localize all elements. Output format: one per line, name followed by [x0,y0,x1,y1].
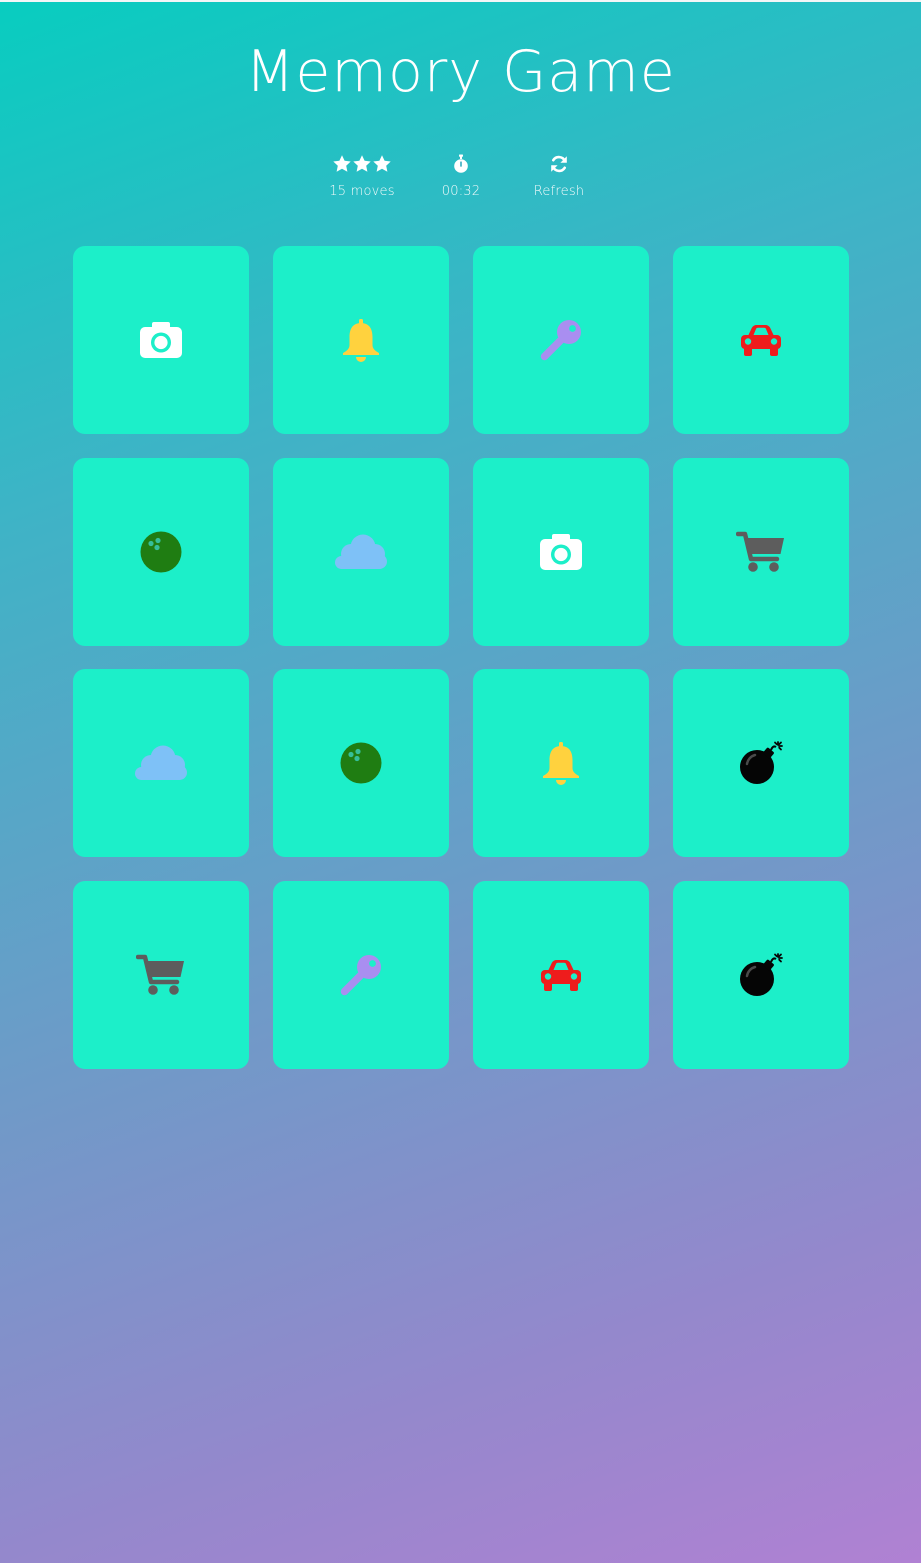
card-car[interactable] [673,246,849,434]
key-icon [540,320,581,361]
card-camera[interactable] [473,458,649,646]
card-bomb[interactable] [673,669,849,857]
bell-icon [343,319,379,362]
star-icon [353,155,371,172]
timer: 00:32 [406,150,516,199]
star-icon [373,155,391,172]
key-icon [340,955,381,996]
bowling-ball-icon [140,531,182,573]
card-key[interactable] [473,246,649,434]
card-bowling-ball[interactable] [73,458,249,646]
shopping-cart-icon [736,531,784,572]
stars-rating: 15 moves [307,150,417,199]
bowling-ball-icon [340,742,382,784]
stopwatch-icon [454,154,468,173]
refresh-button[interactable]: Refresh [504,150,614,199]
timer-value: 00:32 [441,184,481,199]
camera-icon [540,534,582,570]
cloud-icon [335,534,387,569]
card-bell[interactable] [473,669,649,857]
card-deck [73,246,849,1070]
camera-icon [140,322,182,358]
page-title: Memory Game [245,39,676,105]
cloud-icon [135,745,187,780]
card-camera[interactable] [73,246,249,434]
card-cloud[interactable] [273,458,449,646]
score-panel: 15 moves 00:32 Refresh [0,150,921,210]
bomb-icon [740,741,783,784]
star-icon [333,155,351,172]
refresh-icon [551,155,567,173]
card-shopping-cart[interactable] [673,458,849,646]
card-cloud[interactable] [73,669,249,857]
moves-counter: 15 moves [329,184,395,199]
bomb-icon [740,953,783,996]
bell-icon [543,742,579,785]
shopping-cart-icon [136,954,184,995]
card-bowling-ball[interactable] [273,669,449,857]
card-car[interactable] [473,881,649,1069]
card-shopping-cart[interactable] [73,881,249,1069]
card-key[interactable] [273,881,449,1069]
stars-icon-row [307,150,417,178]
refresh-label: Refresh [533,184,585,199]
car-icon [741,325,781,356]
card-bell[interactable] [273,246,449,434]
car-icon [541,960,581,991]
card-bomb[interactable] [673,881,849,1069]
